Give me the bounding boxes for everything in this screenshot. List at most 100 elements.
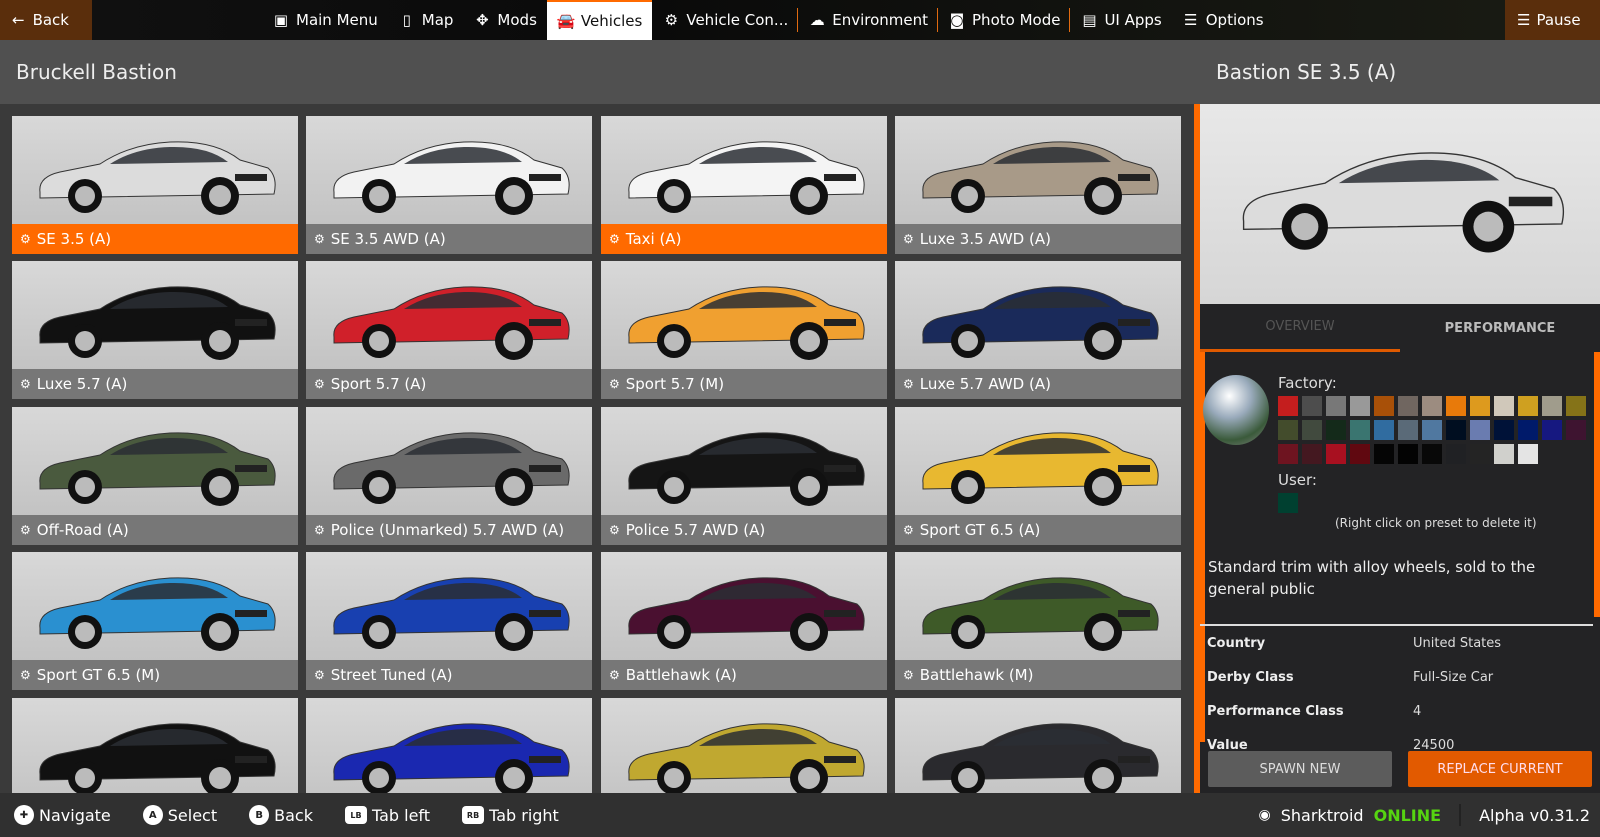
controller-hints-bar: ✚ Navigate A Select B Back LB Tab left RB Tab rig… (0, 793, 1600, 837)
vehicle-label: ⚙ Sport 5.7 (A) (306, 369, 592, 399)
color-swatch[interactable] (1278, 396, 1298, 416)
pause-button[interactable]: ☰ Pause (1505, 0, 1600, 40)
steam-icon: ◉ (1258, 807, 1271, 823)
color-swatch[interactable] (1542, 396, 1562, 416)
vehicle-label: ⚙ Street Tuned (A) (306, 660, 592, 690)
vehicle-tile[interactable]: ⚙ SE 3.5 AWD (A) (306, 116, 592, 254)
nav-ui-apps[interactable]: ▤ UI Apps (1070, 0, 1171, 40)
color-swatch[interactable] (1374, 444, 1394, 464)
nav-vehicles[interactable]: 🚘 Vehicles (546, 0, 653, 40)
vehicle-tile[interactable]: ⚙ Off-Road (A) (12, 407, 298, 545)
replace-current-button[interactable]: REPLACE CURRENT (1408, 751, 1592, 787)
color-swatch[interactable] (1446, 396, 1466, 416)
color-swatch[interactable] (1518, 444, 1538, 464)
vehicle-tile[interactable]: ⚙ Sport GT 6.5 (M) (12, 552, 298, 690)
color-swatch[interactable] (1326, 396, 1346, 416)
details-scrollbar[interactable] (1594, 352, 1600, 617)
vehicle-tile[interactable] (895, 698, 1181, 793)
color-swatch[interactable] (1350, 396, 1370, 416)
vehicle-label: ⚙ Off-Road (A) (12, 515, 298, 545)
user-color-swatch[interactable] (1278, 493, 1298, 513)
color-swatch[interactable] (1446, 420, 1466, 440)
config-icon: ⚙ (903, 232, 914, 246)
vehicle-tile[interactable]: ⚙ Sport 5.7 (M) (601, 261, 887, 399)
vehicle-tile[interactable]: ⚙ Luxe 5.7 AWD (A) (895, 261, 1181, 399)
details-tabs: OVERVIEW PERFORMANCE (1200, 304, 1600, 352)
vehicle-label: ⚙ Battlehawk (M) (895, 660, 1181, 690)
vehicle-tile[interactable]: ⚙ Battlehawk (A) (601, 552, 887, 690)
vehicle-title: Bastion SE 3.5 (A) (1200, 40, 1600, 104)
config-icon: ⚙ (609, 668, 620, 682)
vehicle-tile[interactable]: ⚙ Police (Unmarked) 5.7 AWD (A) (306, 407, 592, 545)
color-swatch[interactable] (1494, 444, 1514, 464)
divider (1459, 804, 1462, 826)
color-swatch[interactable] (1518, 420, 1538, 440)
color-swatch[interactable] (1278, 420, 1298, 440)
color-swatch[interactable] (1302, 396, 1322, 416)
nav-map[interactable]: ▯ Map (388, 0, 464, 40)
vehicle-label: ⚙ Luxe 3.5 AWD (A) (895, 224, 1181, 254)
vehicle-tile[interactable]: ⚙ Luxe 3.5 AWD (A) (895, 116, 1181, 254)
nav-environment[interactable]: ☁ Environment (798, 0, 938, 40)
spawn-new-button[interactable]: SPAWN NEW (1208, 751, 1392, 787)
config-icon: ⚙ (609, 377, 620, 391)
config-icon: ⚙ (609, 232, 620, 246)
color-swatch[interactable] (1470, 420, 1490, 440)
color-swatch[interactable] (1518, 396, 1538, 416)
vehicle-tile[interactable]: ⚙ Sport GT 6.5 (A) (895, 407, 1181, 545)
vehicle-label: ⚙ Luxe 5.7 (A) (12, 369, 298, 399)
vehicle-label: ⚙ Sport GT 6.5 (A) (895, 515, 1181, 545)
vehicle-tile[interactable]: ⚙ SE 3.5 (A) (12, 116, 298, 254)
color-swatch[interactable] (1374, 420, 1394, 440)
stat-row: Country United States (1207, 636, 1587, 651)
vehicle-tile[interactable]: ⚙ Police 5.7 AWD (A) (601, 407, 887, 545)
nav-options[interactable]: ☰ Options (1172, 0, 1274, 40)
tab-performance[interactable]: PERFORMANCE (1400, 304, 1600, 352)
color-swatch[interactable] (1398, 420, 1418, 440)
color-swatch[interactable] (1494, 396, 1514, 416)
vehicle-tile[interactable]: ⚙ Battlehawk (M) (895, 552, 1181, 690)
color-swatch[interactable] (1350, 444, 1370, 464)
color-swatch[interactable] (1326, 420, 1346, 440)
nav-main-menu[interactable]: ▣ Main Menu (262, 0, 388, 40)
vehicle-tile[interactable] (12, 698, 298, 793)
color-swatch[interactable] (1494, 420, 1514, 440)
color-swatch[interactable] (1278, 444, 1298, 464)
vehicle-preview-image (1200, 104, 1600, 304)
color-swatch[interactable] (1302, 420, 1322, 440)
tab-overview[interactable]: OVERVIEW (1200, 304, 1400, 352)
back-button[interactable]: ← Back (0, 0, 92, 40)
vehicle-label: ⚙ Sport GT 6.5 (M) (12, 660, 298, 690)
online-status: ONLINE (1373, 805, 1442, 825)
vehicle-tile[interactable]: ⚙ Taxi (A) (601, 116, 887, 254)
vehicle-tile[interactable] (601, 698, 887, 793)
color-swatch[interactable] (1398, 396, 1418, 416)
pause-icon: ☰ (1517, 11, 1531, 29)
nav-mods[interactable]: ✥ Mods (463, 0, 546, 40)
vehicle-tile[interactable]: ⚙ Sport 5.7 (A) (306, 261, 592, 399)
color-swatch[interactable] (1566, 396, 1586, 416)
color-swatch[interactable] (1446, 444, 1466, 464)
vehicle-tile[interactable]: ⚙ Street Tuned (A) (306, 552, 592, 690)
color-swatch[interactable] (1374, 396, 1394, 416)
color-swatch[interactable] (1470, 396, 1490, 416)
color-swatch[interactable] (1398, 444, 1418, 464)
nav-vehicle-con[interactable]: ⚙ Vehicle Con... (652, 0, 799, 40)
vehicle-tile[interactable] (306, 698, 592, 793)
color-swatch[interactable] (1422, 420, 1442, 440)
color-swatch[interactable] (1566, 420, 1586, 440)
color-swatch[interactable] (1422, 444, 1442, 464)
nav-photo-mode[interactable]: ◙ Photo Mode (938, 0, 1071, 40)
color-swatch[interactable] (1470, 444, 1490, 464)
color-swatch[interactable] (1326, 444, 1346, 464)
color-swatch[interactable] (1422, 396, 1442, 416)
hint-navigate: ✚ Navigate (14, 805, 111, 825)
color-swatch[interactable] (1542, 420, 1562, 440)
color-swatch[interactable] (1302, 444, 1322, 464)
user-label: User: (1278, 471, 1317, 489)
stat-row: Value 24500 (1207, 738, 1587, 750)
factory-label: Factory: (1278, 374, 1337, 392)
vehicle-tile[interactable]: ⚙ Luxe 5.7 (A) (12, 261, 298, 399)
color-swatch[interactable] (1350, 420, 1370, 440)
stat-row: Performance Class 4 (1207, 704, 1587, 719)
